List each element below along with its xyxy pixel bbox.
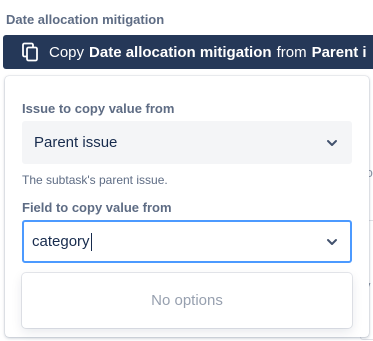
field-search-input[interactable]: category	[22, 220, 352, 263]
chevron-down-icon[interactable]	[326, 139, 338, 147]
copy-config-popup: Issue to copy value from Parent issue Th…	[5, 76, 369, 337]
issue-help-text: The subtask's parent issue.	[22, 173, 168, 187]
issue-select-value: Parent issue	[34, 134, 118, 151]
copy-prefix: Copy	[49, 43, 85, 61]
issue-select[interactable]: Parent issue	[22, 121, 352, 164]
chevron-down-icon[interactable]	[326, 238, 338, 246]
section-label: Date allocation mitigation	[6, 12, 165, 27]
text-caret	[90, 232, 92, 251]
options-menu: No options	[22, 273, 352, 328]
field-label: Field to copy value from	[22, 200, 172, 215]
copy-middle: from	[276, 43, 307, 61]
copy-source: Parent i	[311, 43, 367, 61]
no-options-text: No options	[151, 292, 223, 309]
copy-value-button[interactable]: Copy Date allocation mitigation from Par…	[3, 35, 373, 69]
field-input-value: category	[32, 233, 90, 250]
screen: Date allocation mitigation Copy Date all…	[0, 0, 373, 341]
copy-field-name: Date allocation mitigation	[89, 43, 272, 61]
issue-label: Issue to copy value from	[22, 101, 175, 116]
copy-icon	[22, 42, 38, 62]
